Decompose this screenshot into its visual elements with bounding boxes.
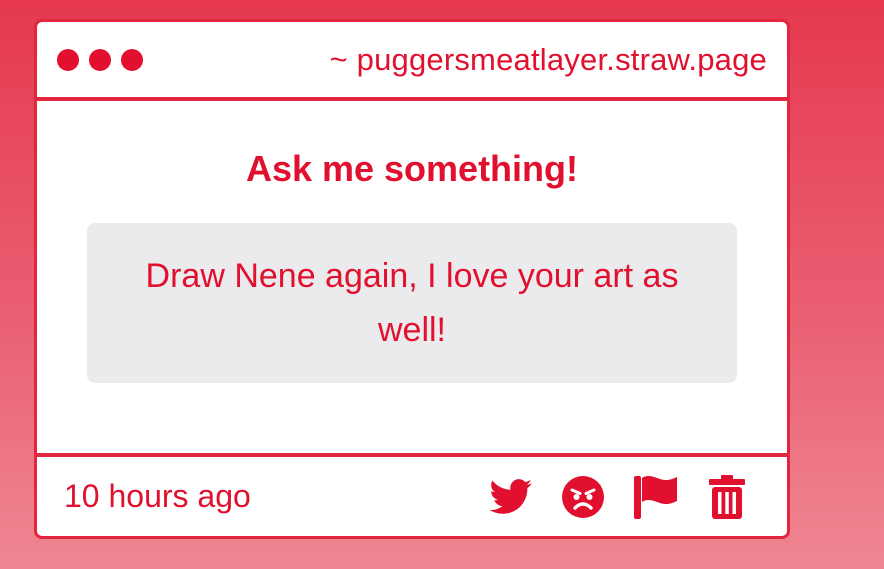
page-url[interactable]: ~ puggersmeatlayer.straw.page [330,42,767,78]
window-dot-2 [89,48,111,71]
page-title: Ask me something! [245,148,579,189]
card-footer: 10 hours ago [37,453,787,536]
card-body: Ask me something! Draw Nene again, I lov… [37,101,787,453]
react-angry-button[interactable] [561,475,605,519]
window-dot-1 [57,48,79,71]
trash-icon [709,474,745,519]
share-twitter-button[interactable] [489,475,533,519]
window-dot-3 [121,48,143,71]
flag-icon [634,475,677,519]
angry-face-icon [562,475,604,518]
delete-button[interactable] [705,474,749,519]
question-card: ~ puggersmeatlayer.straw.page Ask me som… [34,19,790,539]
report-flag-button[interactable] [633,475,677,519]
action-bar [489,474,749,519]
window-titlebar: ~ puggersmeatlayer.straw.page [37,22,787,101]
window-dots [57,48,143,71]
timestamp: 10 hours ago [64,478,251,514]
question-text: Draw Nene again, I love your art as well… [145,257,679,349]
twitter-icon [489,478,532,514]
question-box: Draw Nene again, I love your art as well… [87,223,737,383]
